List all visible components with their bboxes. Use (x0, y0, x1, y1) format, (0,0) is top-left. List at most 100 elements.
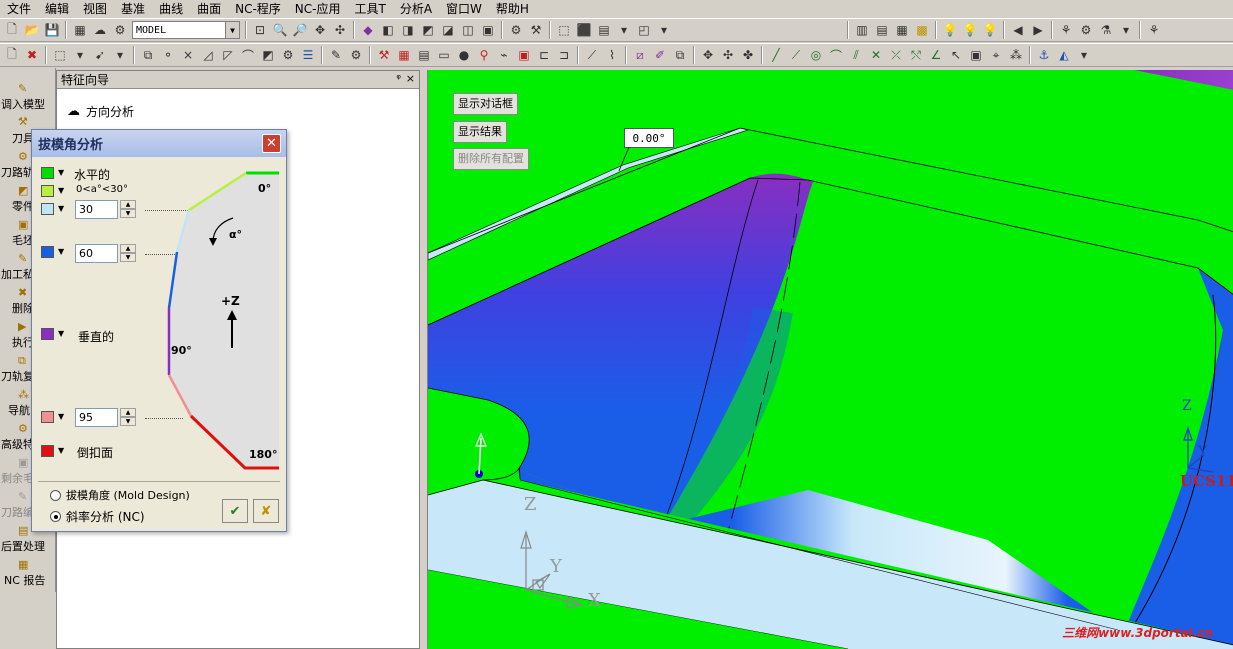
filter-face-icon[interactable]: ◸ (219, 46, 237, 64)
execute-icon[interactable]: ▶ (18, 320, 32, 333)
tree-filter-icon[interactable]: ⚗ (1097, 21, 1115, 39)
back-arrow-icon[interactable]: ◀ (1009, 21, 1027, 39)
light-on-icon[interactable]: 💡 (961, 21, 979, 39)
machining-icon[interactable]: ✎ (18, 252, 32, 265)
wave-icon[interactable]: ⌇ (603, 46, 621, 64)
xyz-icon[interactable]: ⌖ (987, 46, 1005, 64)
color-swatch-30[interactable] (41, 203, 54, 215)
chevron-down-icon[interactable]: ▾ (1117, 21, 1135, 39)
menu-tools[interactable]: 工具T (347, 1, 392, 17)
view-iso-icon[interactable]: ◆ (359, 21, 377, 39)
section-icon[interactable]: ▤ (873, 21, 891, 39)
frame-icon[interactable]: ▣ (967, 46, 985, 64)
zoom-window-icon[interactable]: 🔍 (271, 21, 289, 39)
menu-surface[interactable]: 曲面 (190, 1, 228, 17)
pan-icon[interactable]: ✥ (311, 21, 329, 39)
rect-icon[interactable]: ▭ (435, 46, 453, 64)
view-back-icon[interactable]: ◪ (439, 21, 457, 39)
trim-icon[interactable]: ⤫ (887, 46, 905, 64)
contour-icon[interactable]: ⊏ (535, 46, 553, 64)
radio-mold-design[interactable]: 拔模角度 (Mold Design) (50, 487, 190, 503)
nc-sketch-icon[interactable]: ✎ (327, 46, 345, 64)
circle-center-icon[interactable]: ◎ (807, 46, 825, 64)
table-icon[interactable]: ▤ (415, 46, 433, 64)
intersect-icon[interactable]: ✕ (867, 46, 885, 64)
measure-icon[interactable]: ▦ (893, 21, 911, 39)
tool-nc-report[interactable]: NC 报告 (0, 572, 56, 588)
tree-view-icon[interactable]: ⚘ (1145, 21, 1163, 39)
angle-input-30[interactable]: 30 (75, 200, 118, 219)
shade-icon[interactable]: ⚙ (507, 21, 525, 39)
color-swatch-range[interactable] (41, 185, 54, 197)
chart-icon[interactable]: ⟋ (583, 46, 601, 64)
show-result-button[interactable]: 显示结果 (453, 121, 507, 143)
forward-arrow-icon[interactable]: ▶ (1029, 21, 1047, 39)
spin-down-icon[interactable]: ▼ (120, 253, 136, 262)
pick-icon[interactable]: ➹ (91, 46, 109, 64)
chevron-down-icon[interactable]: ▼ (58, 446, 64, 455)
rotate-icon[interactable]: ✣ (331, 21, 349, 39)
radio-slope-analysis[interactable]: 斜率分析 (NC) (50, 508, 145, 525)
color-swatch-horizontal[interactable] (41, 167, 54, 179)
delete-cross-icon[interactable]: ✖ (23, 46, 41, 64)
menu-edit[interactable]: 编辑 (38, 1, 76, 17)
radio-dot[interactable] (50, 511, 61, 522)
nc-operate-icon[interactable]: ⚙ (347, 46, 365, 64)
pin-icon[interactable]: ᵠ (396, 72, 401, 85)
chevron-down-icon[interactable]: ▾ (615, 21, 633, 39)
parallel-icon[interactable]: ⫽ (847, 46, 865, 64)
toolpath-icon[interactable]: ⚙ (18, 150, 32, 163)
filter-x-icon[interactable]: × (179, 46, 197, 64)
color-swatch-60[interactable] (41, 246, 54, 258)
view-right-icon[interactable]: ◩ (419, 21, 437, 39)
image-icon[interactable]: ▩ (913, 21, 931, 39)
menu-file[interactable]: 文件 (0, 1, 38, 17)
open-folder-icon[interactable]: 📂 (23, 21, 41, 39)
fill-icon[interactable]: ◭ (1055, 46, 1073, 64)
model-tree-icon[interactable]: ⚙ (111, 21, 129, 39)
layer-icon[interactable]: ▦ (71, 21, 89, 39)
box-hidden-icon[interactable]: ▤ (595, 21, 613, 39)
drill-icon[interactable]: ⚲ (475, 46, 493, 64)
cursor-icon[interactable]: ↖ (947, 46, 965, 64)
move-plane-icon[interactable]: ✤ (739, 46, 757, 64)
tree-expand-icon[interactable]: ⚙ (1077, 21, 1095, 39)
list-icon[interactable]: ☰ (299, 46, 317, 64)
chevron-down-icon[interactable]: ▼ (58, 168, 64, 177)
arc-icon[interactable]: ⌒ (827, 46, 845, 64)
menu-datum[interactable]: 基准 (114, 1, 152, 17)
chevron-down-icon[interactable]: ▼ (58, 412, 64, 421)
color-swatch-undercut[interactable] (41, 445, 54, 457)
chevron-down-icon[interactable]: ▾ (71, 46, 89, 64)
angle-input-95[interactable]: 95 (75, 408, 118, 427)
pocket-icon[interactable]: ▣ (515, 46, 533, 64)
copy-path-icon[interactable]: ⧉ (18, 354, 32, 367)
shape-slash-icon[interactable]: ⧄ (631, 46, 649, 64)
filter-icon[interactable]: ⧉ (139, 46, 157, 64)
navigator-icon[interactable]: ⁂ (18, 388, 32, 401)
chevron-down-icon[interactable]: ▾ (111, 46, 129, 64)
anchor-icon[interactable]: ⚓ (1035, 46, 1053, 64)
graphics-viewport[interactable]: Z Y X Z Y UCS11 (427, 70, 1233, 649)
part-icon[interactable]: ◩ (18, 184, 32, 197)
spin-up-icon[interactable]: ▲ (120, 408, 136, 417)
new-file-icon[interactable]: 🗋 (3, 21, 21, 39)
spin-down-icon[interactable]: ▼ (120, 209, 136, 218)
zoom-fit-icon[interactable]: ⊡ (251, 21, 269, 39)
tool-icon[interactable]: ⚒ (18, 115, 32, 128)
shape-edit-icon[interactable]: ✐ (651, 46, 669, 64)
apply-button[interactable]: ✔ (222, 499, 248, 523)
view-front-icon[interactable]: ◧ (379, 21, 397, 39)
angle-icon[interactable]: ∠ (927, 46, 945, 64)
view-top-icon[interactable]: ◨ (399, 21, 417, 39)
delete-all-config-button[interactable]: 删除所有配置 (453, 148, 529, 170)
advanced-icon[interactable]: ⚙ (18, 422, 32, 435)
save-icon[interactable]: 💾 (43, 21, 61, 39)
view-left-icon[interactable]: ▣ (479, 21, 497, 39)
select-icon[interactable]: ⬚ (51, 46, 69, 64)
menu-help[interactable]: 帮助H (489, 1, 536, 17)
model-combo[interactable]: MODEL ▼ (132, 21, 240, 39)
stock-icon[interactable]: ▣ (18, 218, 32, 231)
chevron-down-icon[interactable]: ▾ (655, 21, 673, 39)
show-dialog-button[interactable]: 显示对话框 (453, 93, 518, 115)
